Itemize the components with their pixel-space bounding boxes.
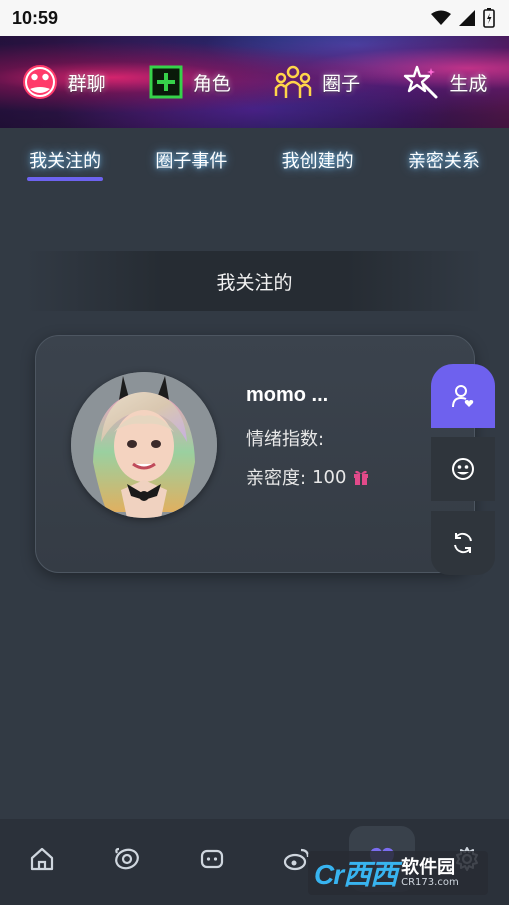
- intimacy-label: 亲密度:: [246, 468, 307, 489]
- tab-intimate[interactable]: 亲密关系: [404, 141, 484, 179]
- emotion-index: 情绪指数:: [246, 425, 324, 451]
- follow-button[interactable]: [431, 364, 495, 428]
- wifi-icon: [431, 10, 451, 25]
- character-avatar[interactable]: [71, 372, 217, 518]
- character-name: momo ...: [246, 384, 329, 406]
- gift-icon[interactable]: [352, 468, 370, 486]
- banner-label-circle: 圈子: [322, 72, 361, 95]
- banner-item-group-chat[interactable]: 群聊: [22, 64, 106, 100]
- face-icon: [452, 458, 474, 480]
- status-bar: 10:59: [0, 0, 509, 36]
- status-time: 10:59: [12, 7, 59, 28]
- nav-home[interactable]: [9, 826, 75, 892]
- status-icons: [431, 8, 495, 28]
- magic-wand-icon: [404, 65, 438, 99]
- banner-label-group-chat: 群聊: [67, 72, 106, 95]
- chat-bot-icon: [200, 849, 224, 869]
- feature-banner: 群聊 角色 圈子 生成: [0, 36, 509, 128]
- tab-circle-events[interactable]: 圈子事件: [151, 141, 231, 179]
- nav-chat[interactable]: [179, 826, 245, 892]
- add-character-icon: [149, 65, 183, 99]
- nav-discover[interactable]: [94, 826, 160, 892]
- refresh-button[interactable]: [431, 511, 495, 575]
- section-title: 我关注的: [24, 251, 485, 311]
- watermark-url: CR173.com: [401, 877, 459, 889]
- avatar-image: [71, 372, 217, 518]
- watermark-text: 软件园 CR173.com: [401, 856, 459, 889]
- banner-item-circle[interactable]: 圈子: [274, 64, 360, 100]
- weibo-icon: [283, 848, 309, 871]
- watermark-logo: Cr西西: [314, 859, 398, 890]
- category-tabs: 我关注的 圈子事件 我创建的 亲密关系: [0, 128, 509, 192]
- battery-icon: [483, 8, 495, 28]
- intimacy-value: 100: [312, 466, 347, 488]
- signal-icon: [459, 10, 475, 26]
- chat-button[interactable]: [431, 437, 495, 501]
- refresh-icon: [454, 532, 472, 554]
- watermark: Cr西西 软件园 CR173.com: [308, 851, 488, 895]
- banner-item-generate[interactable]: 生成: [403, 64, 487, 100]
- banner-label-generate: 生成: [449, 72, 488, 95]
- emotion-label: 情绪指数:: [246, 429, 325, 450]
- group-chat-icon: [22, 65, 57, 99]
- tab-following[interactable]: 我关注的: [25, 141, 105, 181]
- circle-swirl-icon: [115, 847, 140, 870]
- watermark-title: 软件园: [401, 856, 456, 878]
- tab-created[interactable]: 我创建的: [278, 141, 358, 179]
- intimacy-row: 亲密度: 100: [246, 464, 370, 490]
- side-actions: [431, 364, 495, 575]
- banner-item-character[interactable]: 角色: [149, 65, 231, 99]
- circle-people-icon: [274, 65, 312, 98]
- home-icon: [31, 847, 54, 871]
- banner-label-character: 角色: [192, 72, 231, 95]
- user-heart-icon: [452, 385, 474, 408]
